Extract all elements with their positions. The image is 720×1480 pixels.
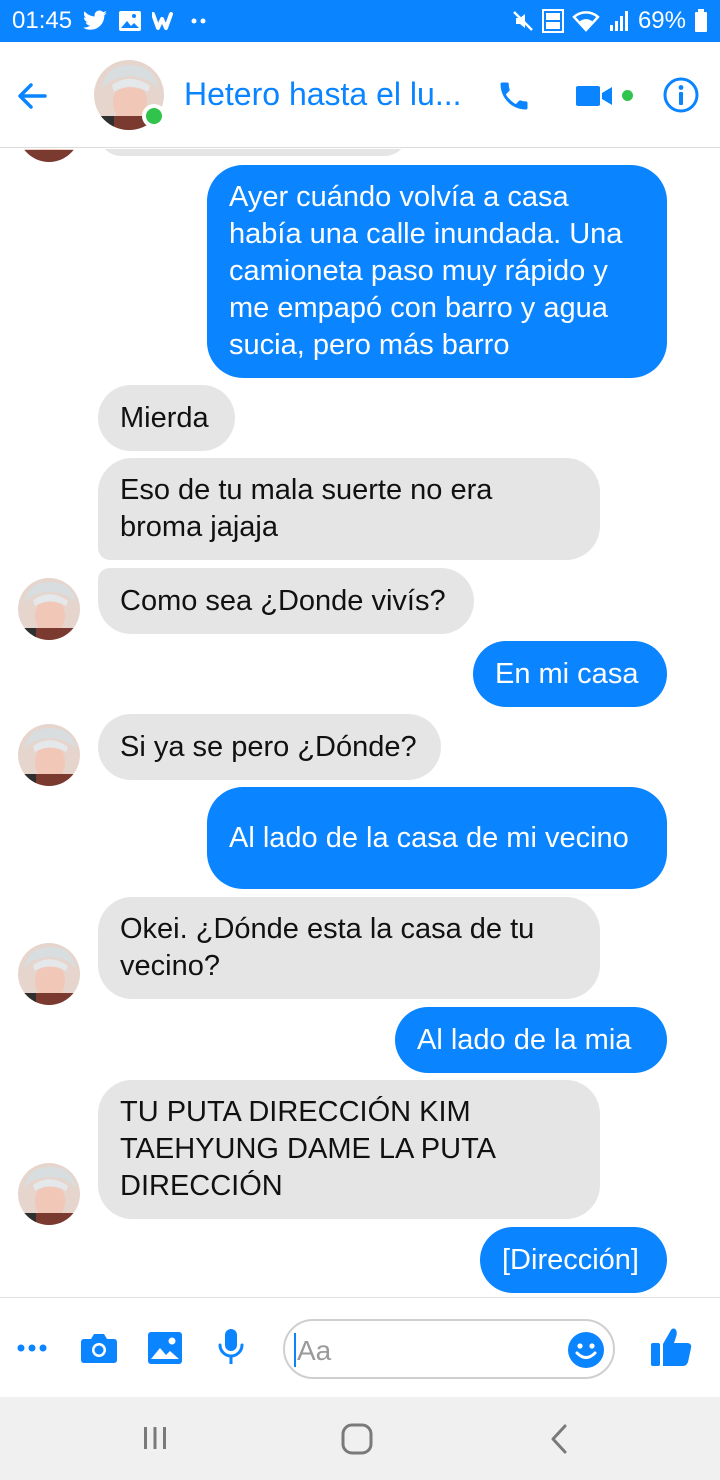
chat-header: Hetero hasta el lu...	[0, 42, 720, 148]
microphone-button[interactable]	[216, 1328, 246, 1373]
battery-level: 69%	[637, 7, 686, 34]
contact-avatar-small	[18, 943, 80, 1005]
chevron-left-icon	[551, 1424, 567, 1454]
system-navigation-bar	[0, 1397, 720, 1480]
wifi-icon	[572, 10, 600, 32]
contact-avatar-small	[18, 578, 80, 640]
info-button[interactable]	[662, 76, 700, 114]
video-call-button[interactable]	[574, 80, 614, 112]
message-bubble-sent[interactable]: Ayer cuándo volvía a casa había una call…	[207, 165, 667, 378]
microphone-icon	[218, 1329, 244, 1364]
message-bubble-received[interactable]: Mierda	[98, 385, 235, 451]
emoji-icon	[568, 1332, 604, 1368]
video-camera-icon	[576, 86, 612, 106]
like-icon	[651, 1328, 692, 1366]
message-bubble-sent[interactable]: Al lado de la mia	[395, 1007, 667, 1073]
battery-icon	[694, 9, 708, 33]
more-icon	[17, 1344, 47, 1352]
online-indicator	[142, 104, 166, 128]
back-nav-button[interactable]	[547, 1422, 571, 1461]
twitter-icon	[82, 10, 108, 32]
message-input-placeholder: Aa	[297, 1335, 332, 1366]
message-bubble-received[interactable]: Si ya se pero ¿Dónde?	[98, 714, 441, 780]
emoji-button[interactable]	[567, 1331, 605, 1369]
home-button[interactable]	[340, 1422, 374, 1461]
contact-avatar-small	[18, 724, 80, 786]
text-caret	[294, 1333, 296, 1367]
mute-icon	[512, 10, 534, 32]
contact-avatar[interactable]	[94, 60, 166, 130]
message-input[interactable]: Aa	[283, 1319, 615, 1379]
more-button[interactable]	[16, 1336, 48, 1365]
contact-avatar-small	[18, 1163, 80, 1225]
message-list[interactable]: Ayer cuándo volvía a casa había una call…	[0, 149, 720, 1297]
message-bubble-received[interactable]: Como sea ¿Donde vivís?	[98, 568, 474, 634]
arrow-left-icon	[18, 83, 47, 109]
message-bubble-sent[interactable]: En mi casa	[473, 641, 667, 707]
message-bubble-sent[interactable]: Al lado de la casa de mi vecino	[207, 787, 667, 889]
message-bubble-received[interactable]: Okei. ¿Dónde esta la casa de tu vecino?	[98, 897, 600, 999]
like-button[interactable]	[650, 1326, 694, 1373]
phone-icon	[500, 82, 528, 110]
info-icon	[663, 77, 699, 113]
gallery-icon	[118, 10, 142, 32]
back-button[interactable]	[14, 78, 50, 114]
video-active-dot	[622, 90, 633, 101]
recent-apps-icon	[144, 1427, 166, 1449]
gallery-button[interactable]	[147, 1331, 183, 1370]
voice-call-button[interactable]	[496, 78, 532, 114]
image-icon	[148, 1332, 182, 1364]
message-bubble-received[interactable]: TU PUTA DIRECCIÓN KIM TAEHYUNG DAME LA P…	[98, 1080, 600, 1219]
recent-apps-button[interactable]	[141, 1424, 169, 1457]
volte-icon	[541, 9, 564, 33]
camera-icon	[81, 1334, 117, 1363]
message-bubble-received[interactable]: Eso de tu mala suerte no era broma jajaj…	[98, 458, 600, 560]
wattpad-icon	[152, 11, 180, 31]
home-icon	[341, 1423, 373, 1455]
more-notifications-icon	[190, 17, 208, 25]
message-bubble-sent[interactable]: [Dirección]	[480, 1227, 667, 1293]
message-bubble-partial	[98, 149, 408, 156]
status-time: 01:45	[12, 7, 73, 34]
status-bar: 01:45 69%	[0, 0, 720, 42]
camera-button[interactable]	[80, 1331, 118, 1370]
contact-avatar-small	[18, 149, 80, 162]
signal-icon	[608, 10, 630, 32]
conversation-title[interactable]: Hetero hasta el lu...	[184, 76, 461, 113]
composer-bar: Aa	[0, 1297, 720, 1397]
